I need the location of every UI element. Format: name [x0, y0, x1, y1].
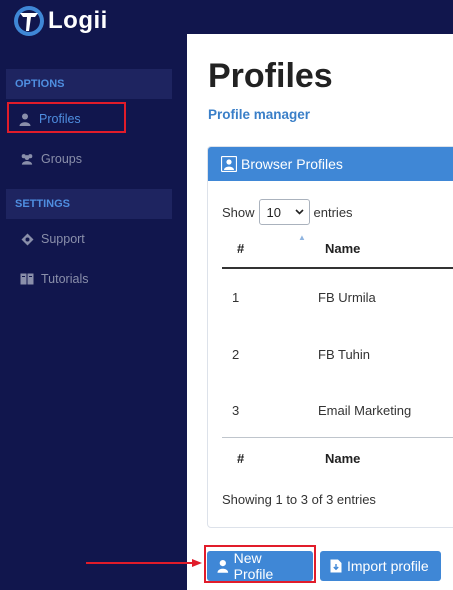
main-content: Profiles Profile manager Browser Profile…	[187, 34, 453, 590]
sidebar-item-groups[interactable]: Groups	[20, 147, 82, 171]
sort-asc-icon: ▲	[298, 233, 306, 242]
row-name: FB Urmila	[318, 290, 376, 305]
sidebar: Logii OPTIONS Profiles Groups SETTINGS S…	[0, 0, 187, 590]
book-icon	[20, 272, 34, 286]
row-name: Email Marketing	[318, 403, 412, 418]
footer-header-name: Name	[325, 451, 361, 466]
column-header-name[interactable]: Name	[325, 241, 360, 256]
entries-label: entries	[313, 204, 353, 220]
page-subtitle: Profile manager	[208, 107, 311, 122]
section-settings: SETTINGS	[6, 189, 172, 219]
page-size-select[interactable]: 10	[258, 199, 310, 225]
users-icon	[20, 152, 34, 166]
brand-name: Logii	[48, 7, 108, 34]
card-header: Browser Profiles	[208, 147, 453, 181]
sidebar-item-support[interactable]: Support	[20, 227, 85, 251]
chevron-down-icon	[294, 209, 304, 215]
profile-card-icon	[221, 156, 237, 172]
header-divider	[222, 267, 453, 269]
page-title: Profiles	[208, 57, 333, 95]
section-options: OPTIONS	[6, 69, 172, 99]
footer-divider	[222, 437, 453, 438]
card-title: Browser Profiles	[241, 156, 343, 172]
highlight-new-profile	[204, 545, 316, 583]
sidebar-item-tutorials[interactable]: Tutorials	[20, 267, 88, 291]
browser-profiles-card: Browser Profiles Show 10 entries # ▲ Nam…	[207, 146, 453, 528]
sidebar-item-label: Support	[41, 232, 85, 246]
import-profile-button[interactable]: Import profile	[320, 551, 441, 581]
import-profile-label: Import profile	[347, 558, 429, 574]
sidebar-item-label: Groups	[41, 152, 82, 166]
column-header-number[interactable]: #	[237, 241, 244, 256]
pointer-arrow-icon	[86, 559, 202, 567]
row-number: 1	[232, 290, 240, 305]
highlight-profiles	[7, 102, 126, 133]
footer-header-number: #	[237, 451, 245, 466]
logo-icon	[14, 6, 44, 36]
row-name: FB Tuhin	[318, 347, 371, 362]
table-info: Showing 1 to 3 of 3 entries	[222, 492, 376, 507]
sidebar-item-label: Tutorials	[41, 272, 89, 286]
page-size-control: Show 10 entries	[222, 199, 353, 225]
row-number: 3	[232, 403, 240, 418]
row-number: 2	[232, 347, 240, 362]
support-icon	[20, 232, 34, 246]
show-label: Show	[222, 204, 255, 220]
file-import-icon	[330, 559, 342, 573]
page-size-value: 10	[266, 204, 281, 220]
brand[interactable]: Logii	[12, 4, 108, 38]
